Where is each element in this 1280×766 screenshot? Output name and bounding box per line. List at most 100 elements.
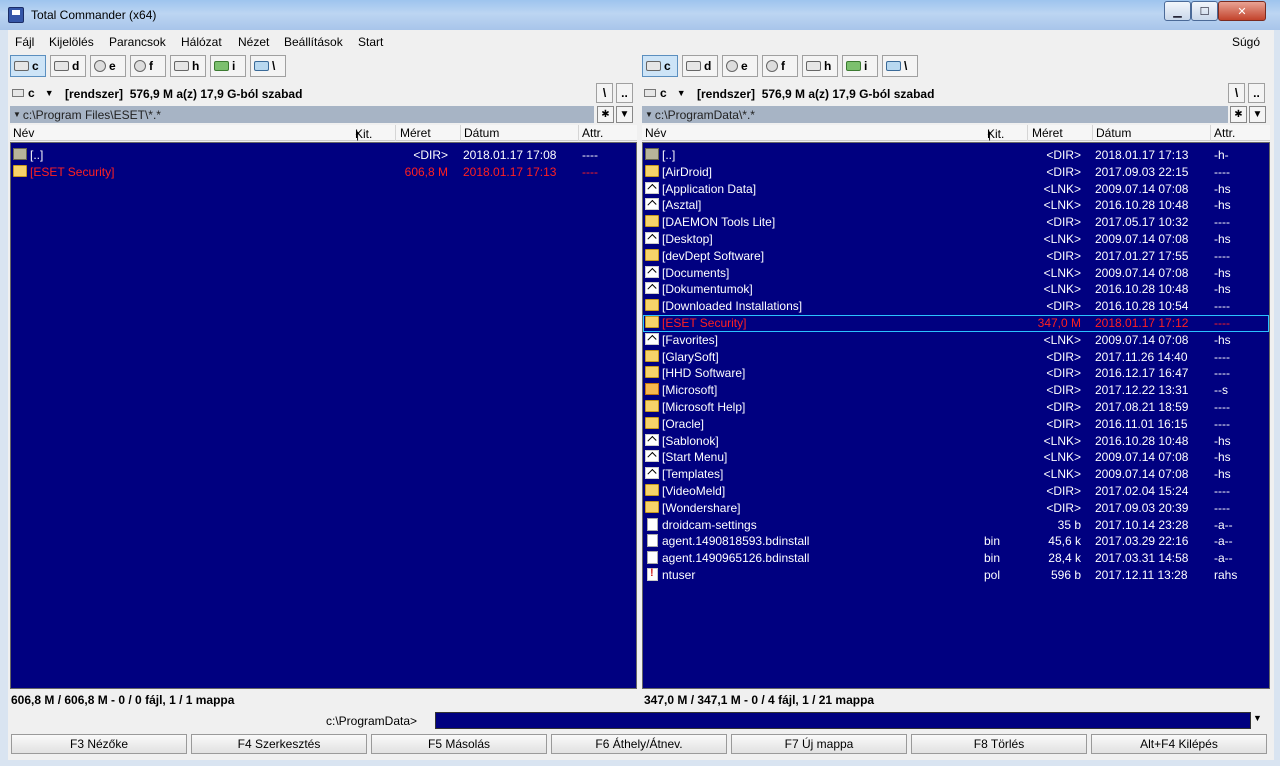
file-date: 2009.07.14 07:08: [1095, 265, 1189, 280]
f4-edit-button[interactable]: F4 Szerkesztés: [191, 734, 367, 754]
left-path-bar[interactable]: ▼ c:\Program Files\ESET\*.*: [10, 106, 594, 123]
f5-copy-button[interactable]: F5 Másolás: [371, 734, 547, 754]
left-favorites-button[interactable]: ✱: [597, 106, 614, 123]
right-file-row[interactable]: [DAEMON Tools Lite] <DIR> 2017.05.17 10:32…: [643, 214, 1269, 231]
file-name: droidcam-settings: [662, 517, 757, 532]
f8-delete-button[interactable]: F8 Törlés: [911, 734, 1087, 754]
menu-start[interactable]: Start: [358, 35, 383, 49]
file-date: 2016.12.17 16:47: [1095, 366, 1189, 381]
right-drive-f-button[interactable]: f: [762, 55, 798, 77]
menu-sugo[interactable]: Súgó: [1232, 35, 1260, 49]
title-bar[interactable]: Total Commander (x64) ▁ ☐ ✕: [0, 0, 1280, 30]
right-file-row[interactable]: [Microsoft Help] <DIR> 2017.08.21 18:59 ---…: [643, 399, 1269, 416]
menu-kijeloles[interactable]: Kijelölés: [49, 35, 94, 49]
right-file-row[interactable]: [Asztal] <LNK> 2016.10.28 10:48 -hs: [643, 197, 1269, 214]
right-file-row[interactable]: [Favorites] <LNK> 2009.07.14 07:08 -hs: [643, 332, 1269, 349]
right-col-name[interactable]: Név: [645, 126, 666, 140]
altf4-exit-button[interactable]: Alt+F4 Kilépés: [1091, 734, 1267, 754]
right-col-size[interactable]: Méret: [1032, 126, 1063, 140]
left-drive-i-button[interactable]: i: [210, 55, 246, 77]
right-path-bar[interactable]: ▼ c:\ProgramData\*.*: [642, 106, 1228, 123]
left-col-date[interactable]: Dátum: [464, 126, 499, 140]
left-history-button[interactable]: ▼: [616, 106, 633, 123]
left-file-row[interactable]: [..] <DIR> 2018.01.17 17:08 ----: [11, 147, 636, 164]
right-file-row[interactable]: [Microsoft] <DIR> 2017.12.22 13:31 --s: [643, 382, 1269, 399]
right-file-row[interactable]: [VideoMeld] <DIR> 2017.02.04 15:24 ----: [643, 483, 1269, 500]
file-size: 606,8 M: [404, 164, 448, 179]
right-drive-d-button[interactable]: d: [682, 55, 718, 77]
right-drive-h-button[interactable]: h: [802, 55, 838, 77]
menu-nezet[interactable]: Nézet: [238, 35, 269, 49]
command-line-input[interactable]: [435, 712, 1251, 729]
left-file-list[interactable]: [..] <DIR> 2018.01.17 17:08 ---- [ESET Secur…: [10, 142, 637, 689]
right-file-row[interactable]: [devDept Software] <DIR> 2017.01.27 17:55 -…: [643, 248, 1269, 265]
left-col-name[interactable]: Név: [13, 126, 34, 140]
chevron-down-icon[interactable]: ▼: [1253, 713, 1262, 723]
right-file-row[interactable]: [ESET Security] 347,0 M 2018.01.17 17:12 --…: [643, 315, 1269, 332]
right-network-button[interactable]: \: [882, 55, 918, 77]
left-root-button[interactable]: \: [596, 83, 613, 103]
right-drive-e-button[interactable]: e: [722, 55, 758, 77]
left-col-attr[interactable]: Attr.: [582, 126, 603, 140]
shortcut-icon: [645, 450, 659, 463]
left-drive-c-button[interactable]: c: [10, 55, 46, 77]
file-size: <DIR>: [1046, 299, 1081, 314]
right-file-row[interactable]: [Application Data] <LNK> 2009.07.14 07:08 -…: [643, 181, 1269, 198]
right-up-button[interactable]: ..: [1248, 83, 1265, 103]
right-file-row[interactable]: [Desktop] <LNK> 2009.07.14 07:08 -hs: [643, 231, 1269, 248]
hard-drive-icon: [686, 61, 701, 71]
right-root-button[interactable]: \: [1228, 83, 1245, 103]
right-file-row[interactable]: [AirDroid] <DIR> 2017.09.03 22:15 ----: [643, 164, 1269, 181]
right-file-row[interactable]: agent.1490818593.bdinstall bin 45,6 k 2017.…: [643, 533, 1269, 550]
right-file-row[interactable]: [Wondershare] <DIR> 2017.09.03 20:39 ----: [643, 500, 1269, 517]
menu-halozat[interactable]: Hálózat: [181, 35, 222, 49]
right-drive-c-button[interactable]: c: [642, 55, 678, 77]
right-file-row[interactable]: [Downloaded Installations] <DIR> 2016.10.2…: [643, 298, 1269, 315]
file-attr: ----: [1214, 299, 1230, 314]
f3-view-button[interactable]: F3 Nézőke: [11, 734, 187, 754]
right-col-date[interactable]: Dátum: [1096, 126, 1131, 140]
left-drive-h-button[interactable]: h: [170, 55, 206, 77]
right-file-row[interactable]: [Oracle] <DIR> 2016.11.01 16:15 ----: [643, 416, 1269, 433]
f7-newfolder-button[interactable]: F7 Új mappa: [731, 734, 907, 754]
right-file-row[interactable]: agent.1490965126.bdinstall bin 28,4 k 2017.…: [643, 550, 1269, 567]
right-file-row[interactable]: [GlarySoft] <DIR> 2017.11.26 14:40 ----: [643, 349, 1269, 366]
right-favorites-button[interactable]: ✱: [1230, 106, 1247, 123]
left-up-button[interactable]: ..: [616, 83, 633, 103]
right-file-row[interactable]: [HHD Software] <DIR> 2016.12.17 16:47 ----: [643, 365, 1269, 382]
right-file-row[interactable]: [Dokumentumok] <LNK> 2016.10.28 10:48 -hs: [643, 281, 1269, 298]
right-file-row[interactable]: ntuser pol 596 b 2017.12.11 13:28 rahs: [643, 567, 1269, 584]
file-size: <LNK>: [1043, 433, 1081, 448]
minimize-button[interactable]: ▁: [1164, 1, 1191, 21]
right-history-button[interactable]: ▼: [1249, 106, 1266, 123]
file-date: 2017.01.27 17:55: [1095, 248, 1189, 263]
left-file-row[interactable]: [ESET Security] 606,8 M 2018.01.17 17:13 --…: [11, 164, 636, 181]
hard-drive-icon: [14, 61, 29, 71]
menu-parancsok[interactable]: Parancsok: [109, 35, 166, 49]
right-col-attr[interactable]: Attr.: [1214, 126, 1235, 140]
right-file-row[interactable]: [Sablonok] <LNK> 2016.10.28 10:48 -hs: [643, 433, 1269, 450]
file-name: [devDept Software]: [662, 248, 765, 263]
file-ext: bin: [984, 551, 1001, 566]
left-col-size[interactable]: Méret: [400, 126, 431, 140]
left-drive-d-button[interactable]: d: [50, 55, 86, 77]
left-network-button[interactable]: \: [250, 55, 286, 77]
right-file-list[interactable]: [..] <DIR> 2018.01.17 17:13 -h- [AirDroid] <D…: [642, 142, 1270, 689]
close-button[interactable]: ✕: [1218, 1, 1266, 21]
right-file-row[interactable]: droidcam-settings 35 b 2017.10.14 23:28 -a-…: [643, 517, 1269, 534]
menu-beallitasok[interactable]: Beállítások: [284, 35, 343, 49]
menu-fajl[interactable]: Fájl: [15, 35, 34, 49]
right-file-row[interactable]: [..] <DIR> 2018.01.17 17:13 -h-: [643, 147, 1269, 164]
left-drive-select[interactable]: c ▼: [10, 83, 62, 103]
right-file-row[interactable]: [Start Menu] <LNK> 2009.07.14 07:08 -hs: [643, 449, 1269, 466]
maximize-button[interactable]: ☐: [1191, 1, 1218, 21]
right-file-row[interactable]: [Templates] <LNK> 2009.07.14 07:08 -hs: [643, 466, 1269, 483]
right-drive-i-button[interactable]: i: [842, 55, 878, 77]
left-drive-f-button[interactable]: f: [130, 55, 166, 77]
left-drive-e-button[interactable]: e: [90, 55, 126, 77]
app-icon[interactable]: [8, 7, 24, 23]
parent-dir-icon: [13, 148, 27, 160]
f6-move-button[interactable]: F6 Áthely/Átnev.: [551, 734, 727, 754]
right-drive-select[interactable]: c ▼: [642, 83, 694, 103]
right-file-row[interactable]: [Documents] <LNK> 2009.07.14 07:08 -hs: [643, 265, 1269, 282]
